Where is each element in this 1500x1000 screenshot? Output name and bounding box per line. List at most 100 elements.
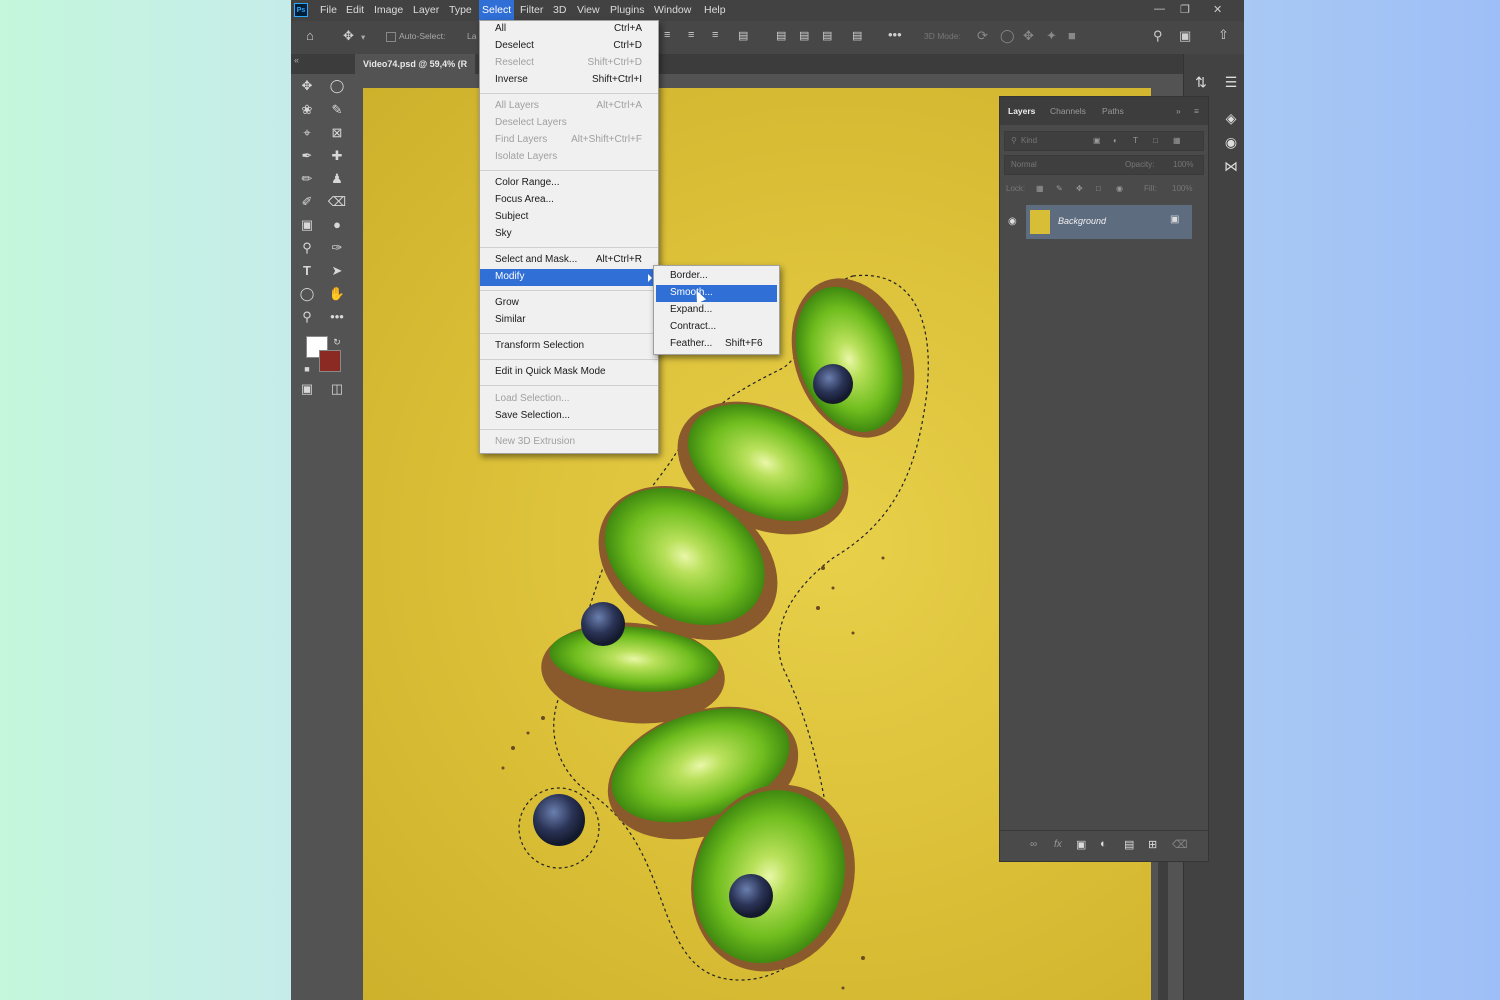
canvas-scrollbar[interactable]	[1158, 860, 1168, 1000]
minimize-icon[interactable]: —	[1154, 3, 1165, 15]
kind-filter[interactable]: Kind	[1021, 132, 1037, 150]
menu-file[interactable]: File	[320, 4, 337, 16]
align-middle-icon[interactable]: ▤	[799, 29, 809, 42]
submenu-item-expand[interactable]: Expand...	[656, 302, 777, 319]
3d-orbit-icon[interactable]: ⟳	[977, 28, 988, 44]
group-folder-icon[interactable]: ▤	[1124, 838, 1134, 851]
menu-item-isolate-layers[interactable]: Isolate Layers	[480, 149, 658, 166]
menu-item-modify[interactable]: Modify	[480, 269, 658, 286]
blend-mode-select[interactable]: Normal	[1011, 156, 1037, 174]
trash-icon[interactable]: ⌫	[1172, 838, 1188, 851]
filter-smart-icon[interactable]: ▦	[1173, 132, 1181, 150]
lock-all-icon[interactable]: ◉	[1116, 180, 1123, 198]
filter-shape-icon[interactable]: □	[1153, 132, 1158, 150]
home-icon[interactable]: ⌂	[306, 28, 314, 43]
3d-pan-icon[interactable]: ✥	[1023, 28, 1034, 44]
menu-plugins[interactable]: Plugins	[610, 4, 644, 16]
swap-colors-icon[interactable]: ↻	[326, 332, 348, 352]
submenu-item-smooth[interactable]: Smooth...	[656, 285, 777, 302]
marquee-tool-icon[interactable]: ◯	[326, 76, 348, 96]
menu-item-find-layers[interactable]: Find Layers Alt+Shift+Ctrl+F	[480, 132, 658, 149]
panel-menu-icon[interactable]: ≡	[1194, 106, 1199, 116]
lock-icon[interactable]: ▣	[1170, 214, 1179, 225]
tab-channels[interactable]: Channels	[1050, 106, 1086, 116]
menu-item-deselect[interactable]: Deselect Ctrl+D	[480, 38, 658, 55]
lasso-tool-icon[interactable]: ❀	[296, 100, 318, 120]
menu-item-similar[interactable]: Similar	[480, 312, 658, 329]
distribute-v-icon[interactable]: ▤	[852, 29, 862, 42]
move-tool-icon[interactable]: ✥	[296, 76, 318, 96]
menu-item-focus-area[interactable]: Focus Area...	[480, 192, 658, 209]
more-tools-icon[interactable]: •••	[326, 307, 348, 327]
screen-mode-icon[interactable]: ◫	[326, 379, 348, 399]
dodge-tool-icon[interactable]: ⚲	[296, 238, 318, 258]
menu-item-deselect-layers[interactable]: Deselect Layers	[480, 115, 658, 132]
share-icon[interactable]: ⇧	[1218, 27, 1229, 43]
pen-tool-icon[interactable]: ✑	[326, 238, 348, 258]
menu-item-inverse[interactable]: Inverse Shift+Ctrl+I	[480, 72, 658, 89]
new-layer-icon[interactable]: ⊞	[1148, 838, 1157, 851]
tab-layers[interactable]: Layers	[1008, 106, 1035, 116]
filter-pixel-icon[interactable]: ▣	[1093, 132, 1101, 150]
lock-artboard-icon[interactable]: □	[1096, 180, 1101, 198]
3d-roll-icon[interactable]: ◯	[1000, 28, 1015, 44]
quick-select-tool-icon[interactable]: ✎	[326, 100, 348, 120]
adjustments-icon[interactable]: ☰	[1220, 74, 1242, 91]
menu-item-quick-mask[interactable]: Edit in Quick Mask Mode	[480, 364, 658, 381]
fx-icon[interactable]: fx	[1054, 839, 1062, 850]
restore-icon[interactable]: ❐	[1180, 3, 1190, 16]
distribute-icon[interactable]: ▤	[738, 29, 748, 42]
menu-item-all[interactable]: All Ctrl+A	[480, 21, 658, 38]
menu-item-save-selection[interactable]: Save Selection...	[480, 408, 658, 425]
layer-mask-icon[interactable]: ▣	[1076, 838, 1086, 851]
ellipse-tool-icon[interactable]: ◯	[296, 284, 318, 304]
menu-item-sky[interactable]: Sky	[480, 226, 658, 243]
history-brush-tool-icon[interactable]: ✐	[296, 192, 318, 212]
menu-type[interactable]: Type	[449, 4, 472, 16]
menu-filter[interactable]: Filter	[520, 4, 543, 16]
menu-item-select-and-mask[interactable]: Select and Mask... Alt+Ctrl+R	[480, 252, 658, 269]
channels-icon[interactable]: ◉	[1220, 134, 1242, 151]
path-select-tool-icon[interactable]: ➤	[326, 261, 348, 281]
menu-layer[interactable]: Layer	[413, 4, 439, 16]
submenu-item-feather[interactable]: Feather... Shift+F6	[656, 336, 777, 353]
auto-select-checkbox[interactable]	[386, 32, 396, 42]
blur-tool-icon[interactable]: ●	[326, 215, 348, 235]
filter-type-icon[interactable]: T	[1133, 132, 1138, 150]
eyedropper-tool-icon[interactable]: ✒	[296, 146, 318, 166]
align-right-icon[interactable]: ≡	[688, 29, 694, 41]
close-icon[interactable]: ✕	[1213, 3, 1222, 16]
menu-item-subject[interactable]: Subject	[480, 209, 658, 226]
zoom-tool-icon[interactable]: ⚲	[296, 307, 318, 327]
history-icon[interactable]: ⇅	[1190, 74, 1212, 91]
adjustment-layer-icon[interactable]: ◐	[1100, 838, 1107, 850]
type-tool-icon[interactable]: T	[296, 261, 318, 281]
menu-edit[interactable]: Edit	[346, 4, 364, 16]
menu-3d[interactable]: 3D	[553, 4, 566, 16]
layers-icon[interactable]: ◈	[1220, 110, 1242, 127]
menu-item-color-range[interactable]: Color Range...	[480, 175, 658, 192]
quick-mask-icon[interactable]: ▣	[296, 379, 318, 399]
menu-item-load-selection[interactable]: Load Selection...	[480, 391, 658, 408]
submenu-item-contract[interactable]: Contract...	[656, 319, 777, 336]
link-layers-icon[interactable]: ∞	[1030, 839, 1037, 850]
document-tab[interactable]: Video74.psd @ 59,4% (R	[355, 54, 476, 74]
align-top-icon[interactable]: ▤	[776, 29, 786, 42]
align-vertical-icon[interactable]: ≡	[712, 29, 718, 41]
menu-item-transform-selection[interactable]: Transform Selection	[480, 338, 658, 355]
clone-stamp-tool-icon[interactable]: ♟	[326, 169, 348, 189]
menu-window[interactable]: Window	[654, 4, 691, 16]
opacity-value[interactable]: 100%	[1173, 156, 1193, 174]
menu-view[interactable]: View	[577, 4, 600, 16]
more-options-icon[interactable]: •••	[888, 27, 902, 42]
menu-item-new-3d-extrusion[interactable]: New 3D Extrusion	[480, 434, 658, 451]
lock-transparent-icon[interactable]: ▦	[1036, 180, 1044, 198]
background-color-swatch[interactable]	[319, 350, 341, 372]
3d-slide-icon[interactable]: ✦	[1046, 28, 1057, 44]
eraser-tool-icon[interactable]: ⌫	[326, 192, 348, 212]
search-icon[interactable]: ⚲	[1153, 28, 1163, 44]
move-tool-icon[interactable]: ✥	[343, 28, 354, 44]
submenu-item-border[interactable]: Border...	[656, 268, 777, 285]
chevron-down-icon[interactable]: ▾	[361, 32, 365, 43]
3d-camera-icon[interactable]: ■	[1068, 28, 1076, 43]
